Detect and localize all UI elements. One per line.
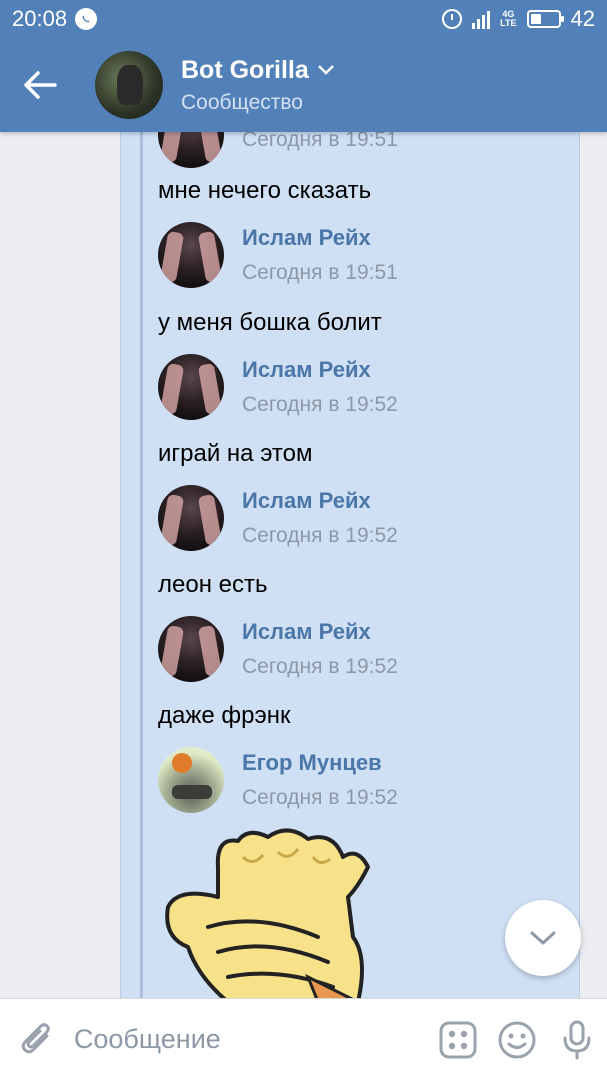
whatsapp-icon (75, 8, 98, 30)
signal-icon (472, 9, 491, 29)
paperclip-icon (21, 1022, 50, 1053)
battery-level (530, 14, 542, 24)
alarm-icon (442, 9, 463, 29)
avatar[interactable] (158, 747, 224, 813)
forwarded-quote-line (140, 132, 143, 998)
emoji-button[interactable] (488, 999, 548, 1080)
facepalm-sticker[interactable] (158, 827, 378, 998)
author-info: Ислам Рейх Сегодня в 19:52 (242, 619, 398, 679)
battery-icon (526, 10, 564, 28)
message-author[interactable]: Сегодня в 19:51 (158, 132, 398, 170)
message-date: Сегодня в 19:52 (242, 786, 398, 809)
author-name[interactable]: Ислам Рейх (242, 619, 398, 645)
author-info: Ислам Рейх Сегодня в 19:52 (242, 357, 398, 417)
apps-button[interactable] (428, 999, 488, 1080)
microphone-icon (563, 1020, 591, 1059)
author-info: Сегодня в 19:51 (242, 132, 398, 152)
message-author[interactable]: Ислам Рейх Сегодня в 19:52 (158, 483, 398, 553)
avatar[interactable] (158, 354, 224, 420)
status-bar: 20:08 4G LTE 42 (0, 0, 607, 38)
message-text: у меня бошка болит (158, 309, 382, 336)
avatar[interactable] (158, 222, 224, 288)
attach-button[interactable] (0, 999, 74, 1080)
avatar[interactable] (158, 485, 224, 551)
message-text: играй на этом (158, 440, 313, 467)
message-date: Сегодня в 19:52 (242, 655, 398, 678)
message-date: Сегодня в 19:51 (242, 132, 398, 151)
back-button[interactable] (0, 38, 80, 132)
author-name[interactable]: Ислам Рейх (242, 488, 398, 514)
message-text: леон есть (158, 571, 268, 598)
apps-grid-icon (439, 1021, 477, 1058)
message-date: Сегодня в 19:52 (242, 524, 398, 547)
message-list[interactable]: Сегодня в 19:51 мне нечего сказать Ислам… (0, 132, 607, 998)
message-author[interactable]: Ислам Рейх Сегодня в 19:51 (158, 220, 398, 290)
avatar[interactable] (158, 616, 224, 682)
arrow-left-icon (24, 71, 57, 99)
scroll-to-bottom-button[interactable] (505, 900, 581, 976)
message-text: мне нечего сказать (158, 177, 372, 204)
message-input[interactable] (73, 1024, 428, 1055)
author-info: Ислам Рейх Сегодня в 19:51 (242, 225, 398, 285)
message-author[interactable]: Ислам Рейх Сегодня в 19:52 (158, 614, 398, 684)
chat-title: Bot Gorilla (181, 56, 335, 85)
message-composer (0, 998, 607, 1080)
chat-subtitle: Сообщество (181, 90, 303, 114)
status-time: 20:08 (12, 6, 68, 31)
network-sub-label: LTE (500, 18, 517, 28)
message-text: даже фрэнк (158, 702, 291, 729)
battery-percent: 42 (570, 6, 595, 31)
message-author[interactable]: Егор Мунцев Сегодня в 19:52 (158, 745, 398, 815)
voice-button[interactable] (547, 999, 607, 1080)
author-name[interactable]: Ислам Рейх (242, 225, 398, 251)
avatar[interactable] (158, 132, 224, 168)
author-info: Ислам Рейх Сегодня в 19:52 (242, 488, 398, 548)
message-date: Сегодня в 19:52 (242, 393, 398, 416)
author-name[interactable]: Ислам Рейх (242, 357, 398, 383)
network-type: 4G LTE (500, 10, 516, 28)
chevron-down-icon (530, 931, 556, 945)
chat-title-text: Bot Gorilla (181, 55, 309, 84)
chat-header: Bot Gorilla Сообщество (0, 38, 607, 132)
community-avatar[interactable] (95, 51, 163, 119)
author-name[interactable]: Егор Мунцев (242, 750, 398, 776)
author-info: Егор Мунцев Сегодня в 19:52 (242, 750, 398, 810)
smile-icon (498, 1021, 536, 1058)
chat-title-block[interactable]: Bot Gorilla Сообщество (181, 56, 335, 115)
message-author[interactable]: Ислам Рейх Сегодня в 19:52 (158, 352, 398, 422)
message-date: Сегодня в 19:51 (242, 261, 398, 284)
chevron-down-icon (317, 65, 334, 75)
